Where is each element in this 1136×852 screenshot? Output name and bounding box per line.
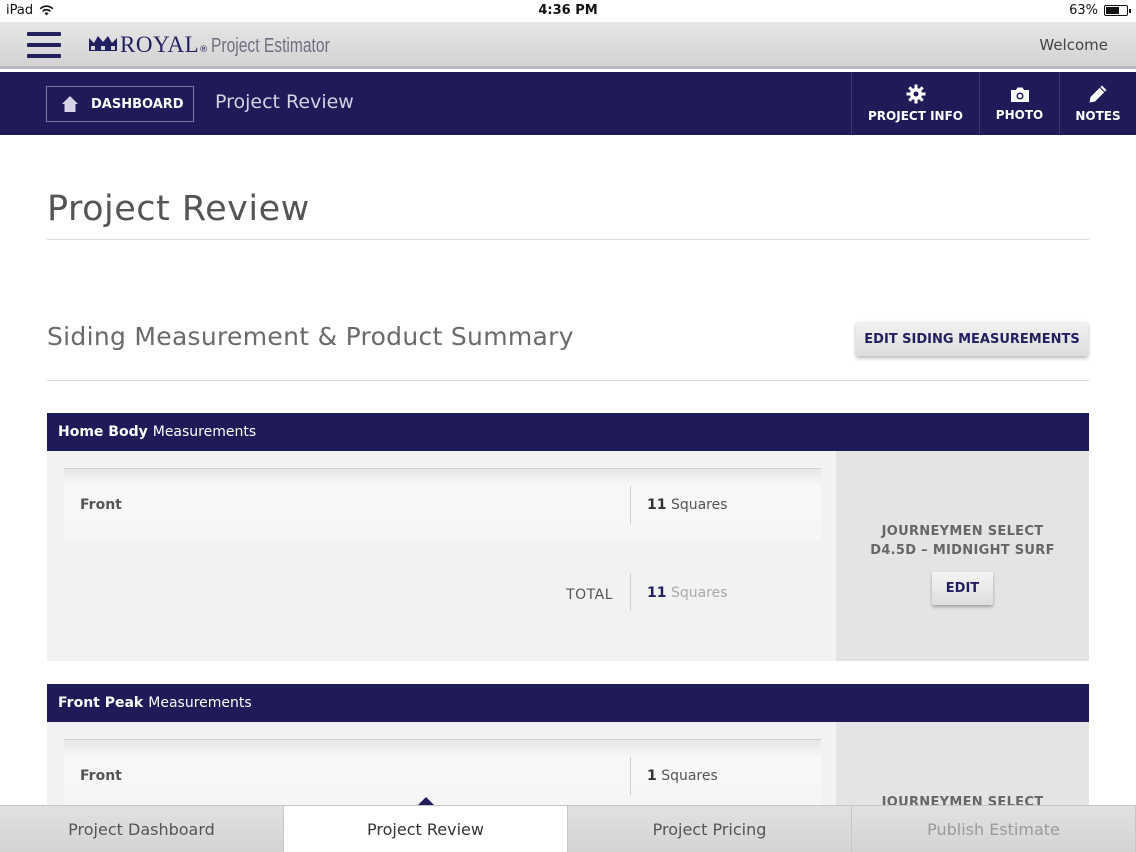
total-separator	[630, 573, 631, 611]
front-peak-measurements-header: Front Peak Measurements	[47, 684, 1089, 722]
tab-publish-estimate[interactable]: Publish Estimate	[852, 806, 1136, 852]
block-header-text: Measurements	[152, 424, 257, 440]
edit-product-button[interactable]: EDIT	[932, 572, 993, 605]
gear-icon	[906, 84, 925, 104]
status-bar: iPad 4:36 PM 63%	[0, 0, 1136, 22]
welcome-link[interactable]: Welcome	[1039, 36, 1108, 54]
divider	[47, 380, 1089, 381]
pencil-icon	[1089, 85, 1107, 103]
menu-icon[interactable]	[27, 32, 61, 58]
row-label: Front	[80, 768, 122, 784]
battery-icon	[1104, 5, 1131, 16]
home-icon	[62, 96, 78, 112]
logo-brand: ROYAL	[120, 32, 200, 57]
battery-percent: 63%	[1069, 3, 1098, 18]
product-line-1: JOURNEYMEN SELECT	[881, 795, 1044, 805]
tab-project-review[interactable]: Project Review	[284, 806, 568, 852]
row-separator	[630, 486, 631, 524]
notes-button[interactable]: NOTES	[1059, 72, 1136, 135]
home-body-measurements-header: Home Body Measurements	[47, 413, 1089, 451]
total-value: 11 Squares	[647, 585, 728, 601]
block-header-bold: Front Peak	[58, 695, 144, 711]
project-info-button[interactable]: PROJECT INFO	[851, 72, 979, 135]
dashboard-label: DASHBOARD	[91, 96, 184, 112]
app-header: ROYAL ® Project Estimator Welcome	[0, 22, 1136, 69]
edit-siding-measurements-button[interactable]: EDIT SIDING MEASUREMENTS	[856, 322, 1088, 356]
tab-project-pricing[interactable]: Project Pricing	[568, 806, 852, 852]
project-info-label: PROJECT INFO	[868, 109, 963, 123]
bottom-tab-bar: Project Dashboard Project Review Project…	[0, 805, 1136, 852]
block-header-text: Measurements	[148, 695, 252, 711]
clock: 4:36 PM	[538, 3, 598, 18]
row-label: Front	[80, 497, 122, 513]
photo-button[interactable]: PHOTO	[979, 72, 1059, 135]
tab-project-dashboard[interactable]: Project Dashboard	[0, 806, 284, 852]
divider	[47, 239, 1089, 240]
measurement-row: Front 11 Squares	[64, 468, 821, 540]
camera-icon	[1010, 87, 1029, 102]
total-label: TOTAL	[566, 587, 613, 603]
notes-label: NOTES	[1075, 109, 1121, 123]
logo-registered-mark: ®	[199, 45, 209, 55]
nav-title: Project Review	[215, 91, 354, 113]
logo-product-name: Project Estimator	[211, 35, 330, 57]
product-line-2: D4.5D – MIDNIGHT SURF	[870, 543, 1055, 558]
royal-logo: ROYAL ® Project Estimator	[88, 32, 363, 58]
section-title: Siding Measurement & Product Summary	[47, 322, 574, 351]
page-title: Project Review	[47, 189, 310, 229]
product-name: JOURNEYMEN SELECT	[836, 793, 1089, 805]
block-header-bold: Home Body	[58, 424, 148, 440]
product-name: JOURNEYMEN SELECT D4.5D – MIDNIGHT SURF	[836, 522, 1089, 560]
dashboard-button[interactable]: DASHBOARD	[46, 86, 194, 122]
product-line-1: JOURNEYMEN SELECT	[881, 524, 1044, 539]
row-separator	[630, 757, 631, 795]
row-value: 1 Squares	[647, 768, 718, 784]
top-nav-bar: DASHBOARD Project Review PROJECT INFO PH…	[0, 72, 1136, 135]
row-value: 11 Squares	[647, 497, 728, 513]
measurement-row: Front 1 Squares	[64, 739, 821, 805]
crown-icon	[89, 36, 117, 51]
total-row: TOTAL 11 Squares	[64, 573, 821, 623]
photo-label: PHOTO	[995, 107, 1044, 122]
